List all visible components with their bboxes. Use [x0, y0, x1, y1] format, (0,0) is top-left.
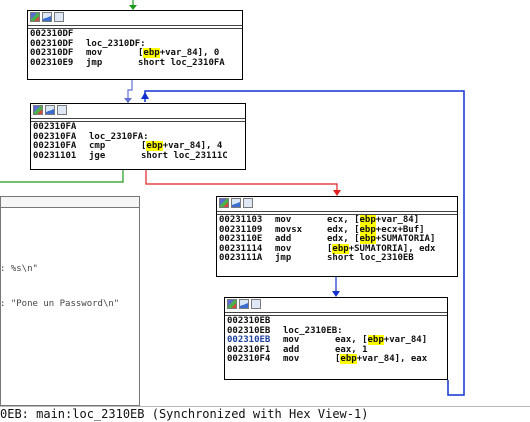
- code-block-loc-2310df[interactable]: 002310DF 002310DF loc_2310DF: 002310DF m…: [27, 10, 243, 80]
- block-header: [28, 11, 242, 25]
- status-bar: 0EB: main:loc_2310EB (Synchronized with …: [0, 406, 530, 422]
- group-icon[interactable]: [251, 299, 261, 309]
- block-header: [217, 197, 457, 211]
- asm-line[interactable]: 0023111A jmp short loc_2310EB: [217, 253, 457, 264]
- panel-string-password: : "Pone un Password\n": [0, 299, 120, 309]
- edit-icon[interactable]: [42, 12, 52, 22]
- block-header: [31, 104, 245, 118]
- panel-titlebar: [1, 197, 139, 208]
- group-icon[interactable]: [57, 105, 67, 115]
- asm-line[interactable]: 00231101 jge short loc_23111C: [31, 151, 245, 162]
- graph-color-icon[interactable]: [219, 198, 229, 208]
- code-block-loc-2310fa[interactable]: 002310FA 002310FA loc_2310FA: 002310FA c…: [30, 103, 246, 170]
- graph-color-icon[interactable]: [30, 12, 40, 22]
- panel-string-format: : %s\n": [0, 264, 38, 274]
- code-block-loc-2310eb[interactable]: 002310EB 002310EB loc_2310EB: 002310EB m…: [224, 297, 448, 380]
- edit-icon[interactable]: [231, 198, 241, 208]
- edit-icon[interactable]: [239, 299, 249, 309]
- asm-line[interactable]: 002310E9 jmp short loc_2310FA: [28, 58, 242, 69]
- edit-icon[interactable]: [45, 105, 55, 115]
- graph-color-icon[interactable]: [227, 299, 237, 309]
- block-header: [225, 298, 447, 312]
- group-icon[interactable]: [54, 12, 64, 22]
- asm-line[interactable]: 002310F4 mov [ebp+var_84], eax: [225, 354, 447, 365]
- group-icon[interactable]: [243, 198, 253, 208]
- graph-color-icon[interactable]: [33, 105, 43, 115]
- code-block-loop-body[interactable]: 00231103 mov ecx, [ebp+var_84] 00231109 …: [216, 196, 458, 277]
